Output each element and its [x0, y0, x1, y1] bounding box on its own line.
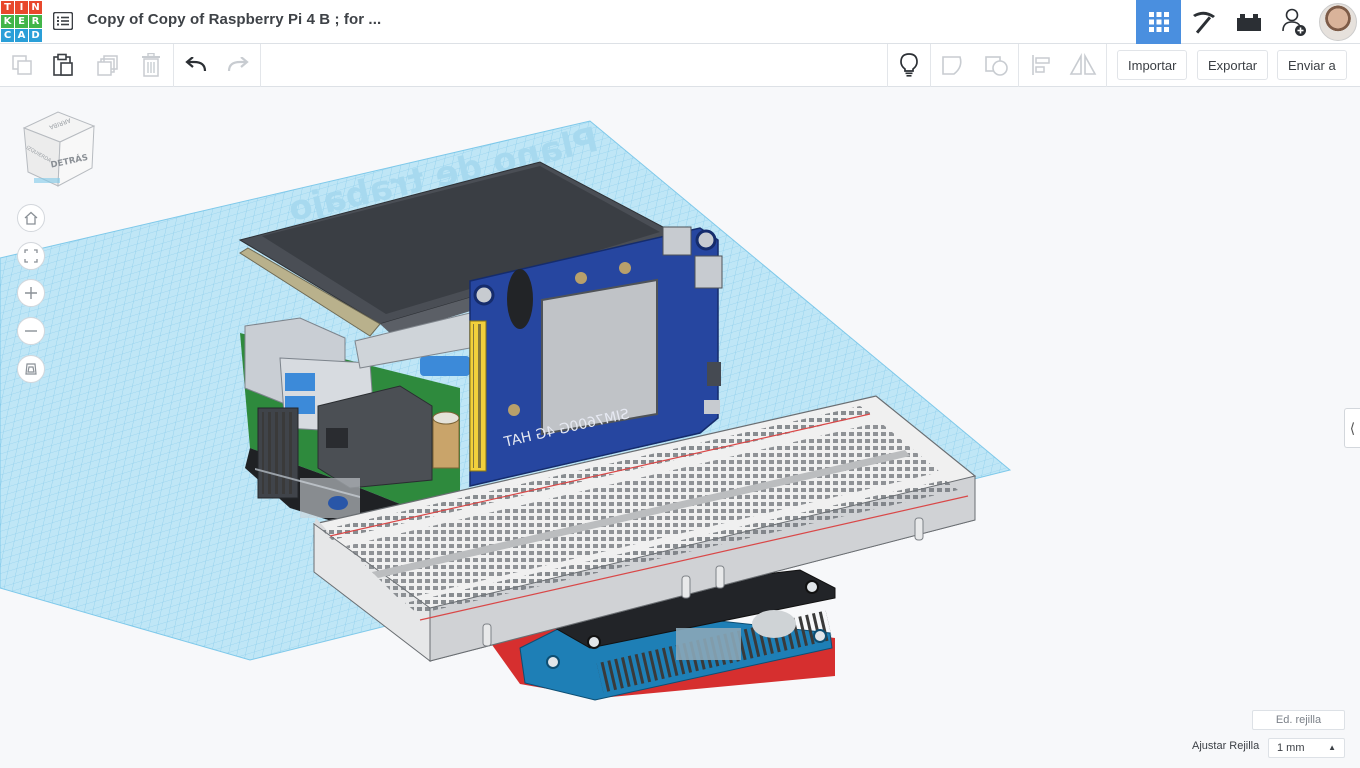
codeblocks-button[interactable] [1181, 0, 1226, 44]
send-to-button[interactable]: Enviar a [1277, 50, 1347, 80]
mirror-button[interactable] [1068, 51, 1098, 79]
import-button[interactable]: Importar [1117, 50, 1188, 80]
toolbar-divider [930, 44, 931, 87]
plus-icon [25, 287, 37, 299]
snap-grid-value: 1 mm [1277, 742, 1305, 754]
copy-icon [12, 55, 32, 75]
chevron-left-icon: ⟨ [1349, 419, 1356, 436]
invite-user-button[interactable] [1271, 0, 1316, 44]
view-cube[interactable]: DETRÁS ARRIBA IZQUIERDA [20, 108, 100, 188]
bricks-icon [1236, 14, 1261, 31]
scene: Plano de trabajo SIM7600G 4G HAT [0, 120, 1012, 701]
logo-letter: D [29, 29, 42, 42]
export-button[interactable]: Exportar [1197, 50, 1269, 80]
perspective-icon [25, 363, 37, 375]
toolbar-divider [260, 44, 261, 87]
mirror-icon [1069, 53, 1097, 75]
toolbar-divider [173, 44, 174, 87]
zoom-out-button[interactable] [17, 317, 45, 345]
header-right-group [1136, 0, 1360, 44]
duplicate-button[interactable] [93, 51, 123, 79]
paste-icon [53, 53, 73, 76]
undo-button[interactable] [181, 51, 211, 79]
home-view-button[interactable] [17, 204, 45, 232]
paste-button[interactable] [48, 51, 78, 79]
toolbar-divider [1018, 44, 1019, 87]
ungroup-icon [985, 56, 1008, 76]
lightbulb-icon [900, 53, 918, 77]
3d-view-button[interactable] [1136, 0, 1181, 44]
copy-button[interactable] [7, 51, 37, 79]
toolbar-divider [1106, 44, 1107, 87]
align-button[interactable] [1026, 51, 1056, 79]
caret-up-icon: ▲ [1328, 743, 1336, 752]
group-button[interactable] [938, 51, 968, 79]
notes-button[interactable] [894, 51, 924, 79]
logo-letter: C [1, 29, 14, 42]
logo-letter: A [15, 29, 28, 42]
redo-button[interactable] [223, 51, 253, 79]
fit-view-button[interactable] [17, 242, 45, 270]
shapes-panel-toggle[interactable]: ⟨ [1344, 408, 1360, 448]
logo-letter: T [1, 1, 14, 14]
logo-letter: E [15, 15, 28, 28]
design-list-icon[interactable] [52, 10, 74, 32]
duplicate-icon [97, 55, 118, 76]
avatar [1319, 3, 1357, 41]
home-icon [24, 211, 38, 225]
zoom-in-button[interactable] [17, 279, 45, 307]
delete-button[interactable] [136, 51, 166, 79]
edit-grid-button[interactable]: Ed. rejilla [1252, 710, 1345, 730]
snap-grid-label: Ajustar Rejilla [1192, 740, 1260, 752]
logo-letter: R [29, 15, 42, 28]
bricks-button[interactable] [1226, 0, 1271, 44]
undo-icon [185, 57, 207, 72]
snap-grid-select[interactable]: 1 mm ▲ [1268, 738, 1345, 758]
logo-letter: I [15, 1, 28, 14]
minus-icon [25, 330, 37, 332]
3d-view-icon [1148, 12, 1169, 32]
align-icon [1032, 55, 1050, 75]
pickaxe-icon [1192, 11, 1215, 34]
edit-toolbar: Importar Exportar Enviar a [0, 44, 1360, 87]
trash-icon [142, 53, 160, 77]
top-header: TIN KER CAD Copy of Copy of Raspberry Pi 4… [0, 0, 1360, 44]
3d-workspace[interactable]: Plano de trabajo SIM7600G 4G HAT DETRÁS … [0, 88, 1360, 768]
fit-all-icon [24, 249, 38, 263]
user-avatar[interactable] [1316, 0, 1360, 44]
perspective-toggle-button[interactable] [17, 355, 45, 383]
toolbar-divider [887, 44, 888, 87]
group-icon [942, 56, 962, 75]
ungroup-button[interactable] [982, 51, 1012, 79]
logo-letter: N [29, 1, 42, 14]
redo-icon [227, 57, 249, 72]
add-user-icon [1281, 8, 1306, 36]
tinkercad-logo[interactable]: TIN KER CAD [1, 1, 42, 42]
logo-letter: K [1, 15, 14, 28]
design-title[interactable]: Copy of Copy of Raspberry Pi 4 B ; for .… [87, 11, 381, 28]
